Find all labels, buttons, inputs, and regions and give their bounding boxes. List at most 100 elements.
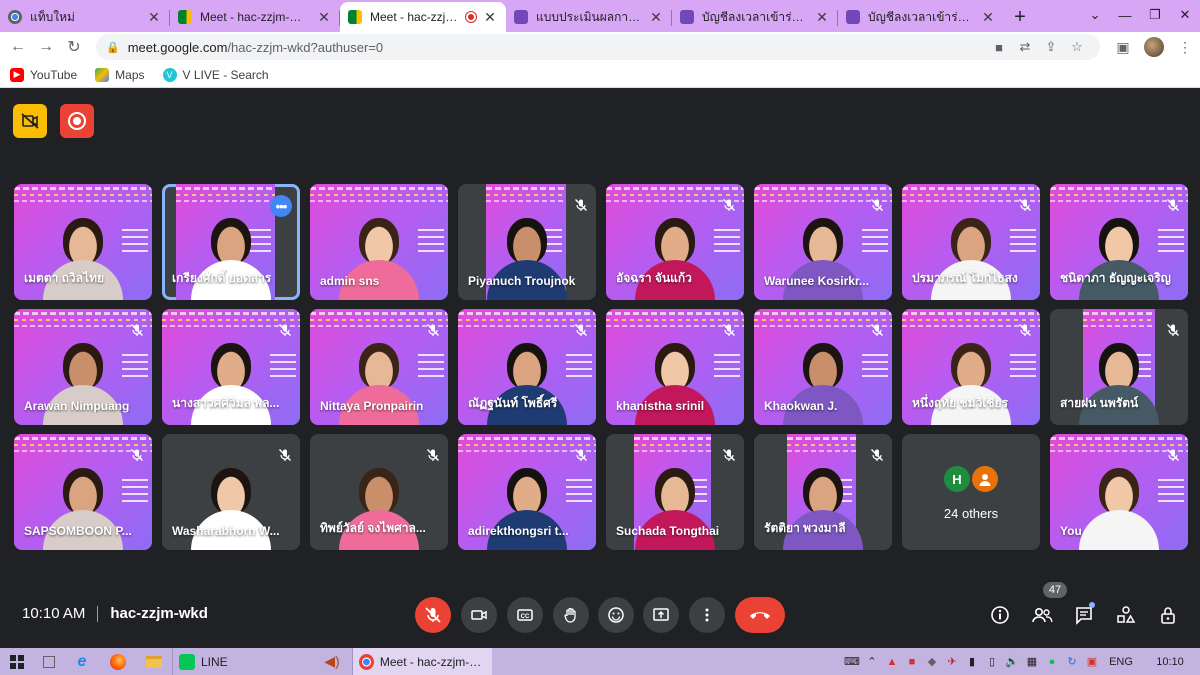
profile-avatar[interactable] — [1144, 37, 1164, 57]
bookmark-vlive[interactable]: V V LIVE - Search — [162, 67, 269, 82]
participant-tile[interactable]: SAPSOMBOON P... — [14, 434, 152, 550]
participant-tile[interactable]: Suchada Tongthai — [606, 434, 744, 550]
participant-tile[interactable]: khanistha srinil — [606, 309, 744, 425]
browser-tab[interactable]: แท็บใหม่ ✕ — [0, 2, 170, 32]
browser-tab[interactable]: บัญชีลงเวลาเข้าร่วมกิจกรร ✕ — [672, 2, 838, 32]
participant-tile[interactable]: Nittaya Pronpairin — [310, 309, 448, 425]
browser-tab[interactable]: Meet - hac-zzjm-wkd ✕ — [170, 2, 340, 32]
microphone-toggle-button[interactable] — [415, 597, 451, 633]
tab-search-icon[interactable]: ⌄ — [1080, 0, 1110, 30]
antivirus-icon[interactable]: ◆ — [922, 648, 942, 675]
divider — [97, 605, 99, 622]
participant-tile[interactable]: สายฝน นพรัตน์ — [1050, 309, 1188, 425]
taskbar-app-line[interactable]: LINE — [172, 648, 312, 675]
participant-tile[interactable]: ปรมาภรณ์ โมกไธสง — [902, 184, 1040, 300]
participant-tile[interactable]: You — [1050, 434, 1188, 550]
present-screen-button[interactable] — [643, 597, 679, 633]
windows-taskbar: e LINE ◀) Meet - hac-zzjm-wk... ⌨ ⌃ ▲ ■ … — [0, 648, 1200, 675]
participant-tile[interactable]: หนึ่งฤทัย ชมวิเชียร — [902, 309, 1040, 425]
camera-off-indicator[interactable] — [13, 104, 47, 138]
participant-tile[interactable]: Khaokwan J. — [754, 309, 892, 425]
battery-icon[interactable]: ▯ — [982, 648, 1002, 675]
lock-icon[interactable]: 🔒 — [106, 41, 120, 54]
new-tab-button[interactable]: + — [1004, 2, 1036, 32]
taskbar-app-chrome[interactable]: Meet - hac-zzjm-wk... — [352, 648, 492, 675]
participant-tile[interactable]: Piyanuch Troujnok — [458, 184, 596, 300]
participant-name: Piyanuch Troujnok — [468, 274, 576, 288]
update-icon[interactable]: ↻ — [1062, 648, 1082, 675]
bookmark-youtube[interactable]: ▶ YouTube — [10, 67, 77, 82]
close-tab-icon[interactable]: ✕ — [482, 9, 498, 26]
taskbar-clock[interactable]: 10:10 — [1140, 648, 1200, 675]
more-options-button[interactable] — [689, 597, 725, 633]
audio-app-icon[interactable]: ◀) — [312, 648, 352, 675]
raise-hand-button[interactable] — [553, 597, 589, 633]
mic-muted-icon — [574, 448, 588, 462]
window-controls: ⌄ — ❐ ✕ — [1080, 0, 1200, 30]
bookmark-star-icon[interactable]: ☆ — [1064, 39, 1090, 55]
close-tab-icon[interactable]: ✕ — [316, 9, 332, 26]
task-view-icon[interactable] — [34, 648, 64, 675]
participant-tile[interactable]: ชนิดาภา ธัญญะเจริญ — [1050, 184, 1188, 300]
meeting-details-icon[interactable] — [987, 603, 1013, 627]
warning-icon[interactable]: ▲ — [882, 648, 902, 675]
others-tile[interactable]: H 24 others — [902, 434, 1040, 550]
close-tab-icon[interactable]: ✕ — [648, 9, 664, 26]
leave-call-button[interactable] — [735, 597, 785, 633]
participant-tile[interactable]: Washarabhorn W... — [162, 434, 300, 550]
participant-tile[interactable]: เมตตา ถวิลไทย — [14, 184, 152, 300]
side-panel-icon[interactable]: ▣ — [1108, 39, 1138, 56]
browser-tab-active[interactable]: Meet - hac-zzjm-w ✕ — [340, 2, 506, 32]
close-tab-icon[interactable]: ✕ — [814, 9, 830, 26]
bookmark-maps[interactable]: Maps — [95, 67, 145, 82]
close-window-icon[interactable]: ✕ — [1170, 0, 1200, 30]
show-hidden-icons[interactable]: ⌃ — [862, 648, 882, 675]
file-explorer-icon[interactable] — [136, 648, 172, 675]
close-tab-icon[interactable]: ✕ — [980, 9, 996, 26]
browser-tab[interactable]: บัญชีลงเวลาเข้าร่วมกิจกรร ✕ — [838, 2, 1004, 32]
reactions-button[interactable] — [598, 597, 634, 633]
ie-icon[interactable]: e — [64, 648, 100, 675]
participant-tile[interactable]: นางสาวศศิวิมล พล... — [162, 309, 300, 425]
chrome-menu-icon[interactable]: ⋮ — [1170, 39, 1200, 56]
activities-icon[interactable] — [1113, 603, 1139, 627]
recording-indicator[interactable] — [60, 104, 94, 138]
close-tab-icon[interactable]: ✕ — [146, 9, 162, 26]
participant-tile[interactable]: admin sns — [310, 184, 448, 300]
minimize-icon[interactable]: — — [1110, 0, 1140, 30]
share-icon[interactable]: ⇪ — [1038, 39, 1064, 55]
participant-tile[interactable]: รัตติยา พวงมาลี — [754, 434, 892, 550]
people-icon[interactable] — [1029, 603, 1055, 627]
translate-icon[interactable]: ⇄ — [1012, 39, 1038, 55]
language-indicator[interactable]: ENG — [1102, 648, 1140, 675]
participant-tile[interactable]: ณัฏฐนันท์ โพธิ์ศรี — [458, 309, 596, 425]
participant-tile[interactable]: ทิพย์วัลย์ จงไพศาล... — [310, 434, 448, 550]
address-bar[interactable]: 🔒 meet.google.com/hac-zzjm-wkd?authuser=… — [96, 34, 1100, 60]
plane-icon[interactable]: ✈ — [942, 648, 962, 675]
keyboard-icon[interactable]: ⌨ — [842, 648, 862, 675]
reload-icon[interactable]: ↻ — [60, 33, 88, 61]
back-icon[interactable]: ← — [4, 33, 32, 61]
start-button[interactable] — [0, 648, 34, 675]
network-icon[interactable]: ▦ — [1022, 648, 1042, 675]
participant-tile[interactable]: Warunee Kosirkr... — [754, 184, 892, 300]
volume-icon[interactable]: 🔊 — [1002, 648, 1022, 675]
forward-icon[interactable]: → — [32, 33, 60, 61]
camera-toggle-button[interactable] — [461, 597, 497, 633]
browser-tab[interactable]: แบบประเมินผลการจัดกิจกร ✕ — [506, 2, 672, 32]
participant-tile[interactable]: adirekthongsri t... — [458, 434, 596, 550]
restore-icon[interactable]: ❐ — [1140, 0, 1170, 30]
participant-tile[interactable]: ••• เกรียงศักดิ์ ยอดสาร — [162, 184, 300, 300]
host-controls-icon[interactable] — [1155, 603, 1181, 627]
captions-button[interactable]: CC — [507, 597, 543, 633]
camera-in-use-icon[interactable]: ■ — [986, 40, 1012, 55]
photo-app-icon[interactable]: ▣ — [1082, 648, 1102, 675]
line-tray-icon[interactable]: ● — [1042, 648, 1062, 675]
signal-icon[interactable]: ▮ — [962, 648, 982, 675]
firefox-icon[interactable] — [100, 648, 136, 675]
tile-more-options-button[interactable]: ••• — [270, 195, 292, 217]
participant-tile[interactable]: อัจฉรา จันแก้ว — [606, 184, 744, 300]
mic-muted-icon — [1018, 198, 1032, 212]
participant-tile[interactable]: Arawan Nimpuang — [14, 309, 152, 425]
security-icon[interactable]: ■ — [902, 648, 922, 675]
